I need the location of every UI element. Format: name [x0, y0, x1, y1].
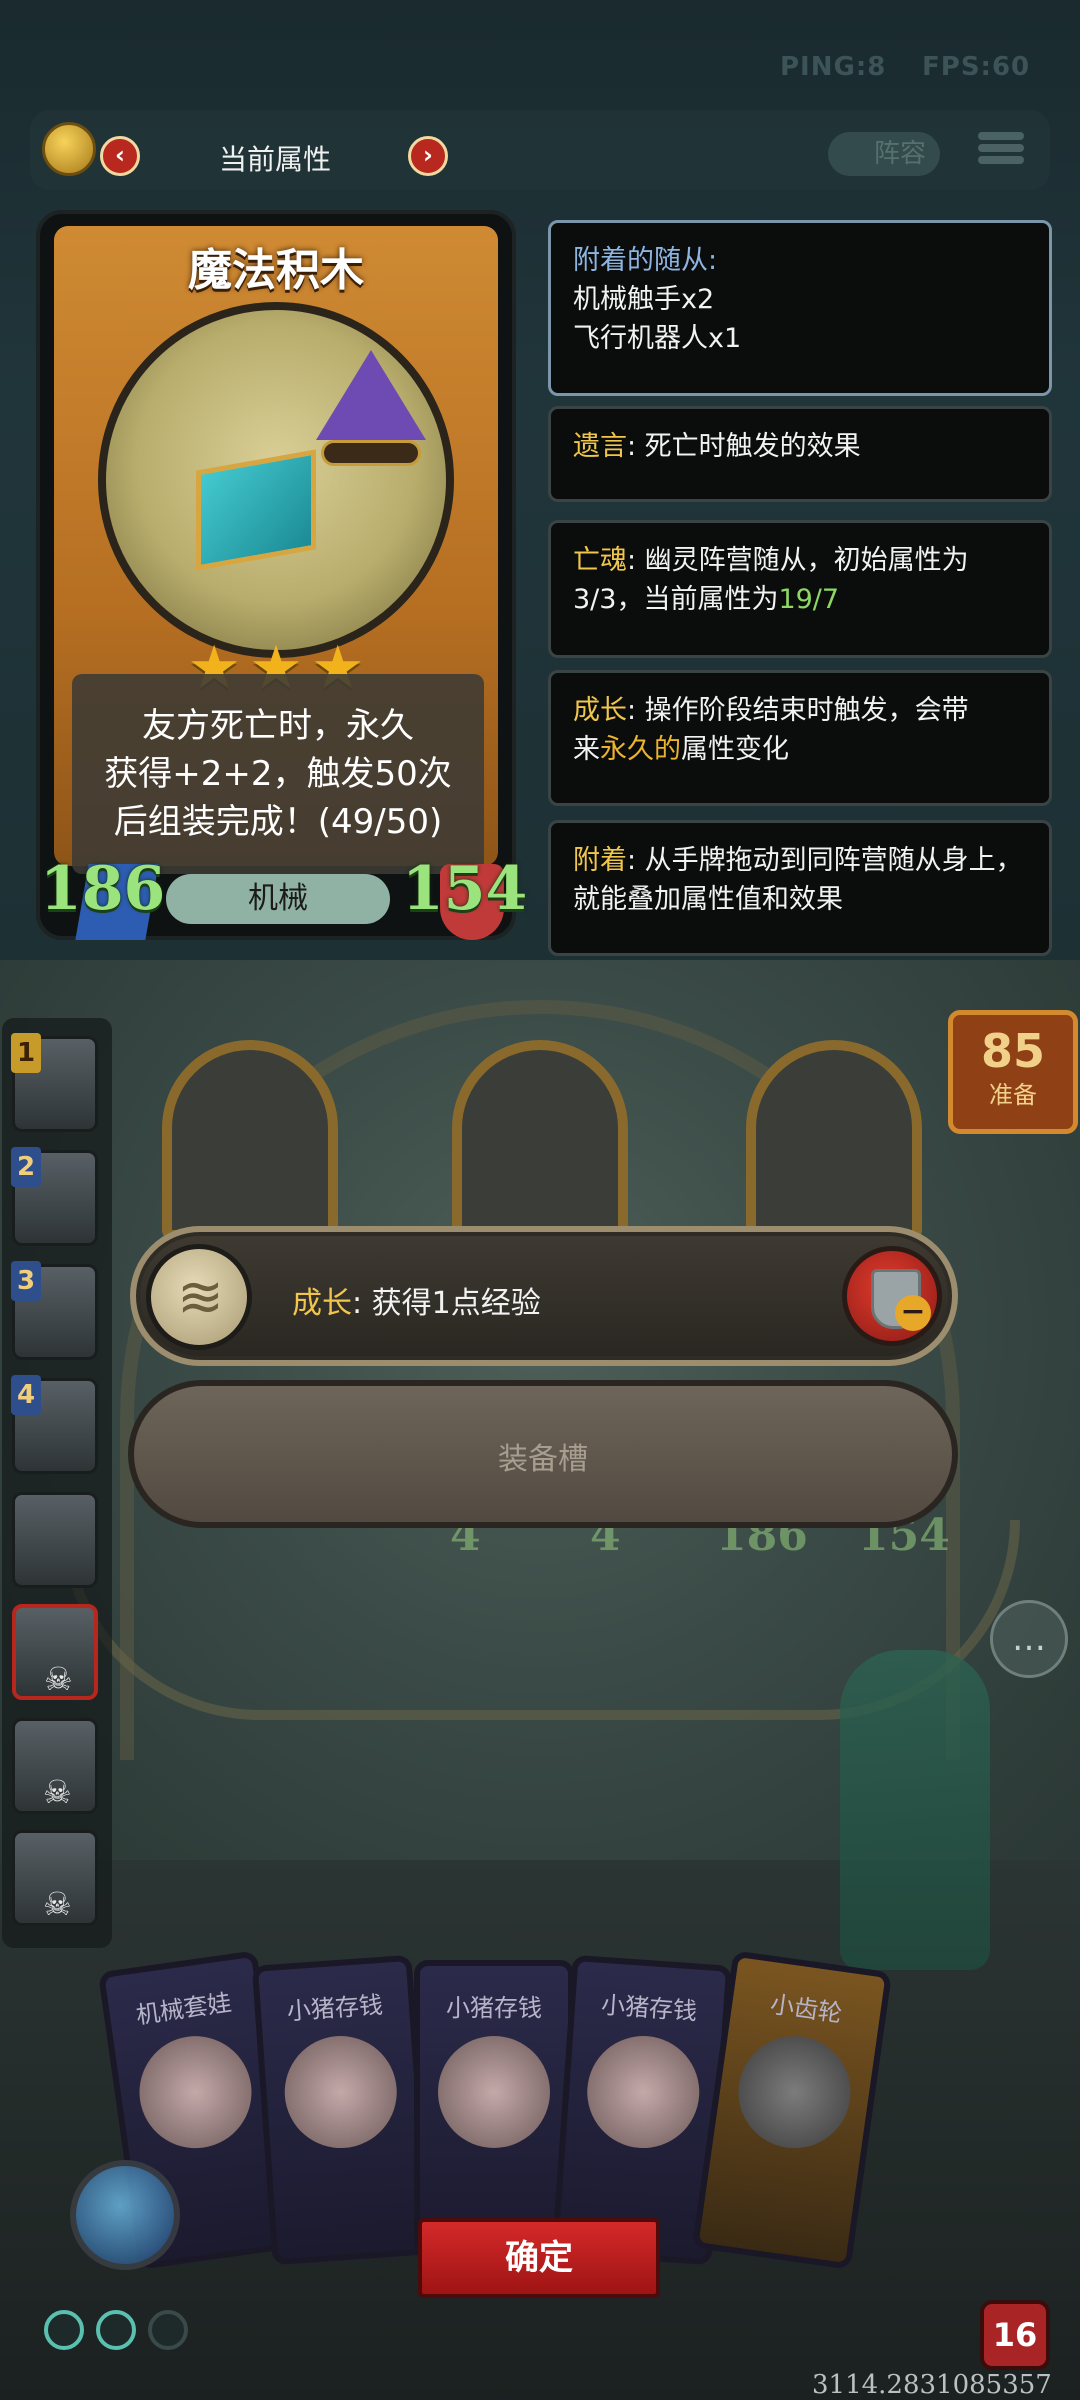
growth-panel: 成长: 操作阶段结束时触发，会带 来永久的属性变化	[548, 670, 1052, 806]
bench-portrait[interactable]: ☠	[12, 1718, 98, 1814]
gold-coin-icon	[42, 122, 96, 176]
skull-icon: ☠	[43, 1885, 72, 1923]
card-attack: 186	[40, 854, 166, 924]
player-bench: 1 2 3 4 ☠ ☠ ☠	[2, 1018, 112, 1948]
growth-effect-keyword: 成长	[292, 1286, 352, 1321]
hand-card-art	[438, 2036, 550, 2148]
growth-effect-desc: : 获得1点经验	[352, 1286, 541, 1321]
ghost-text: : 幽灵阵营随从，初始属性为	[627, 545, 969, 576]
remove-shield-button[interactable]	[842, 1246, 942, 1346]
board-slot[interactable]	[746, 1040, 922, 1240]
card-health: 154	[402, 854, 528, 924]
deathrattle-keyword: 遗言	[573, 431, 627, 462]
rank-badge: 2	[11, 1147, 41, 1187]
confirm-button[interactable]: 确定	[418, 2218, 660, 2298]
ping-readout: PING:8	[780, 52, 887, 82]
tread-art	[321, 440, 421, 466]
previous-page-button[interactable]: ‹	[100, 136, 140, 176]
cube-robot-art	[196, 449, 316, 571]
hand-card-art	[280, 2032, 401, 2152]
growth-text-b: 来	[573, 734, 600, 765]
attach-keyword: 附着	[573, 845, 627, 876]
rank-badge: 4	[11, 1375, 41, 1415]
bench-portrait[interactable]: 2	[11, 1147, 98, 1246]
board-slot[interactable]	[452, 1040, 628, 1240]
next-page-button[interactable]: ›	[408, 136, 448, 176]
hand-card-art	[132, 2028, 259, 2156]
bench-portrait[interactable]: 3	[11, 1261, 98, 1360]
hero-character	[840, 1650, 990, 1970]
resource-dot	[44, 2310, 84, 2350]
lineup-button[interactable]: 阵容	[828, 132, 940, 176]
card-tribe: 机械	[166, 874, 390, 924]
attach-panel: 附着: 从手牌拖动到同阵营随从身上，就能叠加属性值和效果	[548, 820, 1052, 956]
card-name: 魔法积木	[188, 245, 364, 296]
ghost-text-b: 3/3，当前属性为	[573, 584, 779, 615]
growth-highlight: 永久的	[600, 734, 681, 765]
attached-item: 机械触手x2	[573, 284, 715, 315]
player-level-badge: 16	[980, 2300, 1050, 2370]
coordinate-readout: 3114.2831085357	[812, 2370, 1052, 2400]
card-art	[98, 302, 454, 658]
menu-icon[interactable]	[978, 128, 1024, 178]
bench-portrait[interactable]: ☠	[12, 1830, 98, 1926]
equipment-slot-label: 装备槽	[498, 1442, 588, 1477]
ghost-keyword: 亡魂	[573, 545, 627, 576]
scroll-icon	[146, 1244, 252, 1350]
hand-card[interactable]: 小猪存钱	[414, 1960, 574, 2260]
ghost-panel: 亡魂: 幽灵阵营随从，初始属性为 3/3，当前属性为19/7	[548, 520, 1052, 658]
chat-icon[interactable]: …	[990, 1600, 1068, 1678]
attach-text: : 从手牌拖动到同阵营随从身上，就能叠加属性值和效果	[573, 845, 1023, 915]
attached-item: 飞行机器人x1	[573, 323, 742, 354]
bench-portrait[interactable]: 4	[11, 1375, 98, 1474]
bench-portrait-selected[interactable]: ☠	[12, 1604, 98, 1700]
prep-label: 准备	[989, 1081, 1037, 1109]
growth-text-c: 属性变化	[681, 734, 789, 765]
skull-icon: ☠	[44, 1660, 73, 1698]
rank-badge: 3	[11, 1261, 41, 1301]
rank-badge: 1	[11, 1033, 41, 1073]
pyramid-robot-art	[316, 350, 426, 440]
deathrattle-text: : 死亡时触发的效果	[627, 431, 861, 462]
attached-title: 附着的随从:	[573, 245, 718, 276]
growth-effect-bar: 成长: 获得1点经验	[130, 1226, 958, 1366]
skull-icon: ☠	[43, 1773, 72, 1811]
board-slot[interactable]	[162, 1040, 338, 1240]
fps-readout: FPS:60	[922, 52, 1031, 82]
attached-minions-panel: 附着的随从: 机械触手x2 飞行机器人x1	[548, 220, 1052, 396]
resource-dot	[148, 2310, 188, 2350]
hand-card-name: 小猪存钱	[286, 1990, 384, 2026]
hand-card-art	[731, 2028, 858, 2156]
growth-effect-bar-inner	[140, 1236, 948, 1356]
bench-portrait[interactable]	[12, 1492, 98, 1588]
minion-card: 魔法积木 ★ ★ ★ 友方死亡时，永久 获得+2+2，触发50次 后组装完成！(49…	[36, 210, 527, 940]
preparation-timer: 85 准备	[948, 1010, 1078, 1134]
deathrattle-panel: 遗言: 死亡时触发的效果	[548, 406, 1052, 502]
resource-dot	[96, 2310, 136, 2350]
hand-card-name: 小猪存钱	[446, 1994, 542, 2022]
panel-title: 当前属性	[218, 143, 331, 176]
mana-orb-icon	[70, 2160, 180, 2270]
ghost-current-stats: 19/7	[778, 584, 840, 615]
growth-text: : 操作阶段结束时触发，会带	[627, 695, 969, 726]
growth-keyword: 成长	[573, 695, 627, 726]
equipment-slot[interactable]: 装备槽	[128, 1380, 958, 1528]
hand-card-name: 小齿轮	[768, 1990, 844, 2028]
hand-card-art	[583, 2032, 704, 2152]
bench-portrait[interactable]: 1	[11, 1033, 98, 1132]
hand-card[interactable]: 小猪存钱	[251, 1954, 433, 2266]
card-description-box: 友方死亡时，永久 获得+2+2，触发50次 后组装完成！(49/50)	[72, 674, 484, 874]
growth-effect-text: 成长: 获得1点经验	[292, 1278, 541, 1322]
prep-count: 85	[980, 1024, 1045, 1078]
hand-card-name: 机械套娃	[134, 1988, 234, 2030]
card-description: 友方死亡时，永久 获得+2+2，触发50次 后组装完成！(49/50)	[104, 706, 452, 842]
hand-card-name: 小猪存钱	[600, 1990, 698, 2026]
